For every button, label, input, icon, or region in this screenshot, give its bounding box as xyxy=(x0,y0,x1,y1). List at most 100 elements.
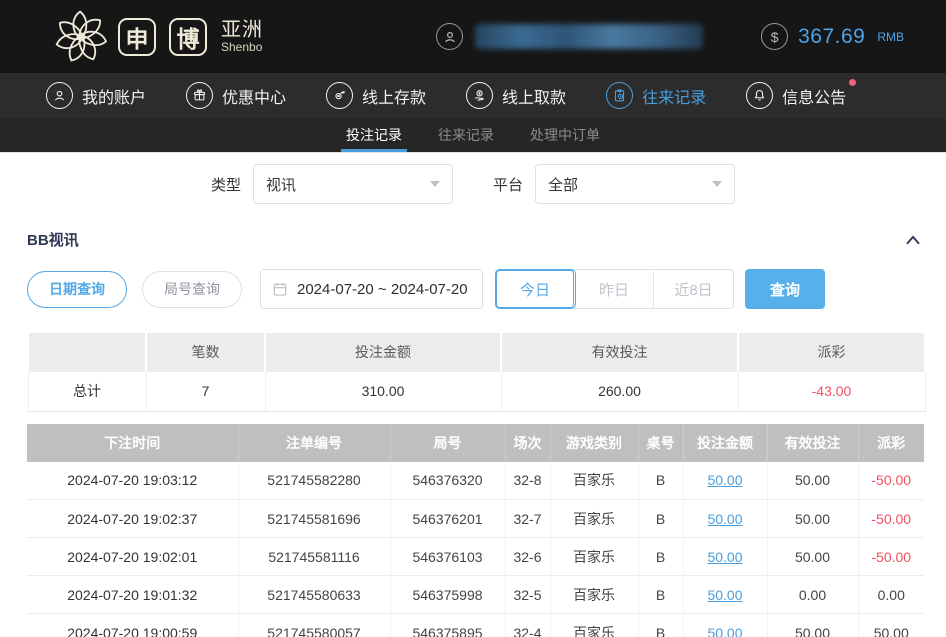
cell-table-no: B xyxy=(638,462,683,500)
cell-order-no: 521745580633 xyxy=(238,576,390,614)
table-row: 2024-07-20 19:02:01 521745581116 5463761… xyxy=(27,538,924,576)
nav-label: 优惠中心 xyxy=(222,84,286,108)
nav-item-withdraw[interactable]: 线上取款 xyxy=(466,82,566,109)
yesterday-button[interactable]: 昨日 xyxy=(575,270,654,308)
header-bet-amount: 投注金额 xyxy=(683,424,767,462)
gift-icon xyxy=(186,82,213,109)
cell-bet-time: 2024-07-20 19:02:37 xyxy=(27,500,238,538)
logo-region-en: Shenbo xyxy=(221,41,263,54)
cell-order-no: 521745582280 xyxy=(238,462,390,500)
dollar-icon: $ xyxy=(761,23,788,50)
header-game-type: 游戏类别 xyxy=(550,424,638,462)
bb-video-section-header: BB视讯 xyxy=(27,229,922,250)
bet-table-header-row: 下注时间 注单编号 局号 场次 游戏类别 桌号 投注金额 有效投注 派彩 xyxy=(27,424,924,462)
summary-bet-amount: 310.00 xyxy=(265,371,501,411)
date-range-input[interactable]: 2024-07-20 ~ 2024-07-20 xyxy=(260,269,483,309)
cell-round-no: 546376201 xyxy=(390,500,505,538)
summary-header-blank xyxy=(28,332,146,371)
cell-round-no: 546376320 xyxy=(390,462,505,500)
cell-session: 32-4 xyxy=(505,614,550,637)
tab-transaction-records[interactable]: 往来记录 xyxy=(434,118,498,152)
summary-header-payout: 派彩 xyxy=(738,332,925,371)
cell-round-no: 546375998 xyxy=(390,576,505,614)
nav-label: 线上存款 xyxy=(362,84,426,108)
cell-game-type: 百家乐 xyxy=(550,538,638,576)
bet-amount-link[interactable]: 50.00 xyxy=(707,472,742,488)
header-table-no: 桌号 xyxy=(638,424,683,462)
bet-amount-link[interactable]: 50.00 xyxy=(707,625,742,637)
flower-logo-icon xyxy=(52,8,110,66)
header-order-no: 注单编号 xyxy=(238,424,390,462)
tab-pending-orders[interactable]: 处理中订单 xyxy=(526,118,604,152)
cell-payout: 50.00 xyxy=(858,614,924,637)
search-button[interactable]: 查询 xyxy=(745,269,825,309)
cell-game-type: 百家乐 xyxy=(550,500,638,538)
nav-label: 往来记录 xyxy=(642,84,706,108)
cell-bet-time: 2024-07-20 19:02:01 xyxy=(27,538,238,576)
type-select[interactable]: 视讯 xyxy=(253,164,453,204)
header-valid-bet: 有效投注 xyxy=(767,424,858,462)
platform-select[interactable]: 全部 xyxy=(535,164,735,204)
balance-currency: RMB xyxy=(877,30,904,44)
logo-char-bo: 博 xyxy=(169,18,207,56)
bet-amount-link[interactable]: 50.00 xyxy=(707,549,742,565)
header-round-no: 局号 xyxy=(390,424,505,462)
balance[interactable]: $ 367.69 RMB xyxy=(761,23,904,50)
cell-round-no: 546376103 xyxy=(390,538,505,576)
bet-amount-link[interactable]: 50.00 xyxy=(707,587,742,603)
brand-logo: 申 博 亚洲 Shenbo xyxy=(52,8,263,66)
summary-table: 笔数 投注金额 有效投注 派彩 总计 7 310.00 260.00 -43.0… xyxy=(27,331,926,412)
username-redacted xyxy=(475,24,703,49)
tab-bet-records[interactable]: 投注记录 xyxy=(342,118,406,152)
logo-region-zh: 亚洲 xyxy=(221,20,263,41)
cell-valid-bet: 50.00 xyxy=(767,538,858,576)
cell-session: 32-5 xyxy=(505,576,550,614)
round-query-button[interactable]: 局号查询 xyxy=(142,271,242,308)
summary-header-bet-amount: 投注金额 xyxy=(265,332,501,371)
cell-table-no: B xyxy=(638,538,683,576)
cell-valid-bet: 50.00 xyxy=(767,500,858,538)
bet-table-body: 2024-07-20 19:03:12 521745582280 5463763… xyxy=(27,462,924,637)
chevron-up-icon[interactable] xyxy=(904,233,922,247)
nav-item-announcements[interactable]: 信息公告 xyxy=(746,82,846,109)
summary-total-row: 总计 7 310.00 260.00 -43.00 xyxy=(28,371,925,411)
summary-header-count: 笔数 xyxy=(146,332,265,371)
cell-session: 32-8 xyxy=(505,462,550,500)
cell-order-no: 521745581116 xyxy=(238,538,390,576)
date-query-button[interactable]: 日期查询 xyxy=(27,271,127,308)
summary-header-valid-bet: 有效投注 xyxy=(501,332,738,371)
cell-game-type: 百家乐 xyxy=(550,614,638,637)
nav-item-my-account[interactable]: 我的账户 xyxy=(46,82,146,109)
cell-payout: -50.00 xyxy=(858,462,924,500)
cell-round-no: 546375895 xyxy=(390,614,505,637)
nav-item-transaction-records[interactable]: 往来记录 xyxy=(606,82,706,109)
user-icon xyxy=(436,23,463,50)
nav-item-deposit[interactable]: 线上存款 xyxy=(326,82,426,109)
cell-valid-bet: 0.00 xyxy=(767,576,858,614)
user-account[interactable] xyxy=(436,23,703,50)
account-icon xyxy=(46,82,73,109)
cell-valid-bet: 50.00 xyxy=(767,462,858,500)
summary-valid-bet: 260.00 xyxy=(501,371,738,411)
cell-order-no: 521745580057 xyxy=(238,614,390,637)
deposit-icon xyxy=(326,82,353,109)
records-icon xyxy=(606,82,633,109)
withdraw-icon xyxy=(466,82,493,109)
query-toolbar: 日期查询 局号查询 2024-07-20 ~ 2024-07-20 今日 昨日 … xyxy=(27,269,924,309)
nav-item-promotions[interactable]: 优惠中心 xyxy=(186,82,286,109)
bet-amount-link[interactable]: 50.00 xyxy=(707,511,742,527)
chevron-down-icon xyxy=(712,181,722,187)
cell-session: 32-6 xyxy=(505,538,550,576)
cell-payout: -50.00 xyxy=(858,538,924,576)
main-nav: 我的账户 优惠中心 线上存款 线上取款 xyxy=(0,73,946,118)
cell-bet-time: 2024-07-20 19:00:59 xyxy=(27,614,238,637)
nav-label: 我的账户 xyxy=(82,84,146,108)
cell-table-no: B xyxy=(638,500,683,538)
cell-bet-amount: 50.00 xyxy=(683,500,767,538)
calendar-icon xyxy=(272,281,288,297)
today-button[interactable]: 今日 xyxy=(496,270,575,308)
header-payout: 派彩 xyxy=(858,424,924,462)
last-8-days-button[interactable]: 近8日 xyxy=(654,270,733,308)
cell-game-type: 百家乐 xyxy=(550,462,638,500)
type-select-value: 视讯 xyxy=(266,174,296,195)
